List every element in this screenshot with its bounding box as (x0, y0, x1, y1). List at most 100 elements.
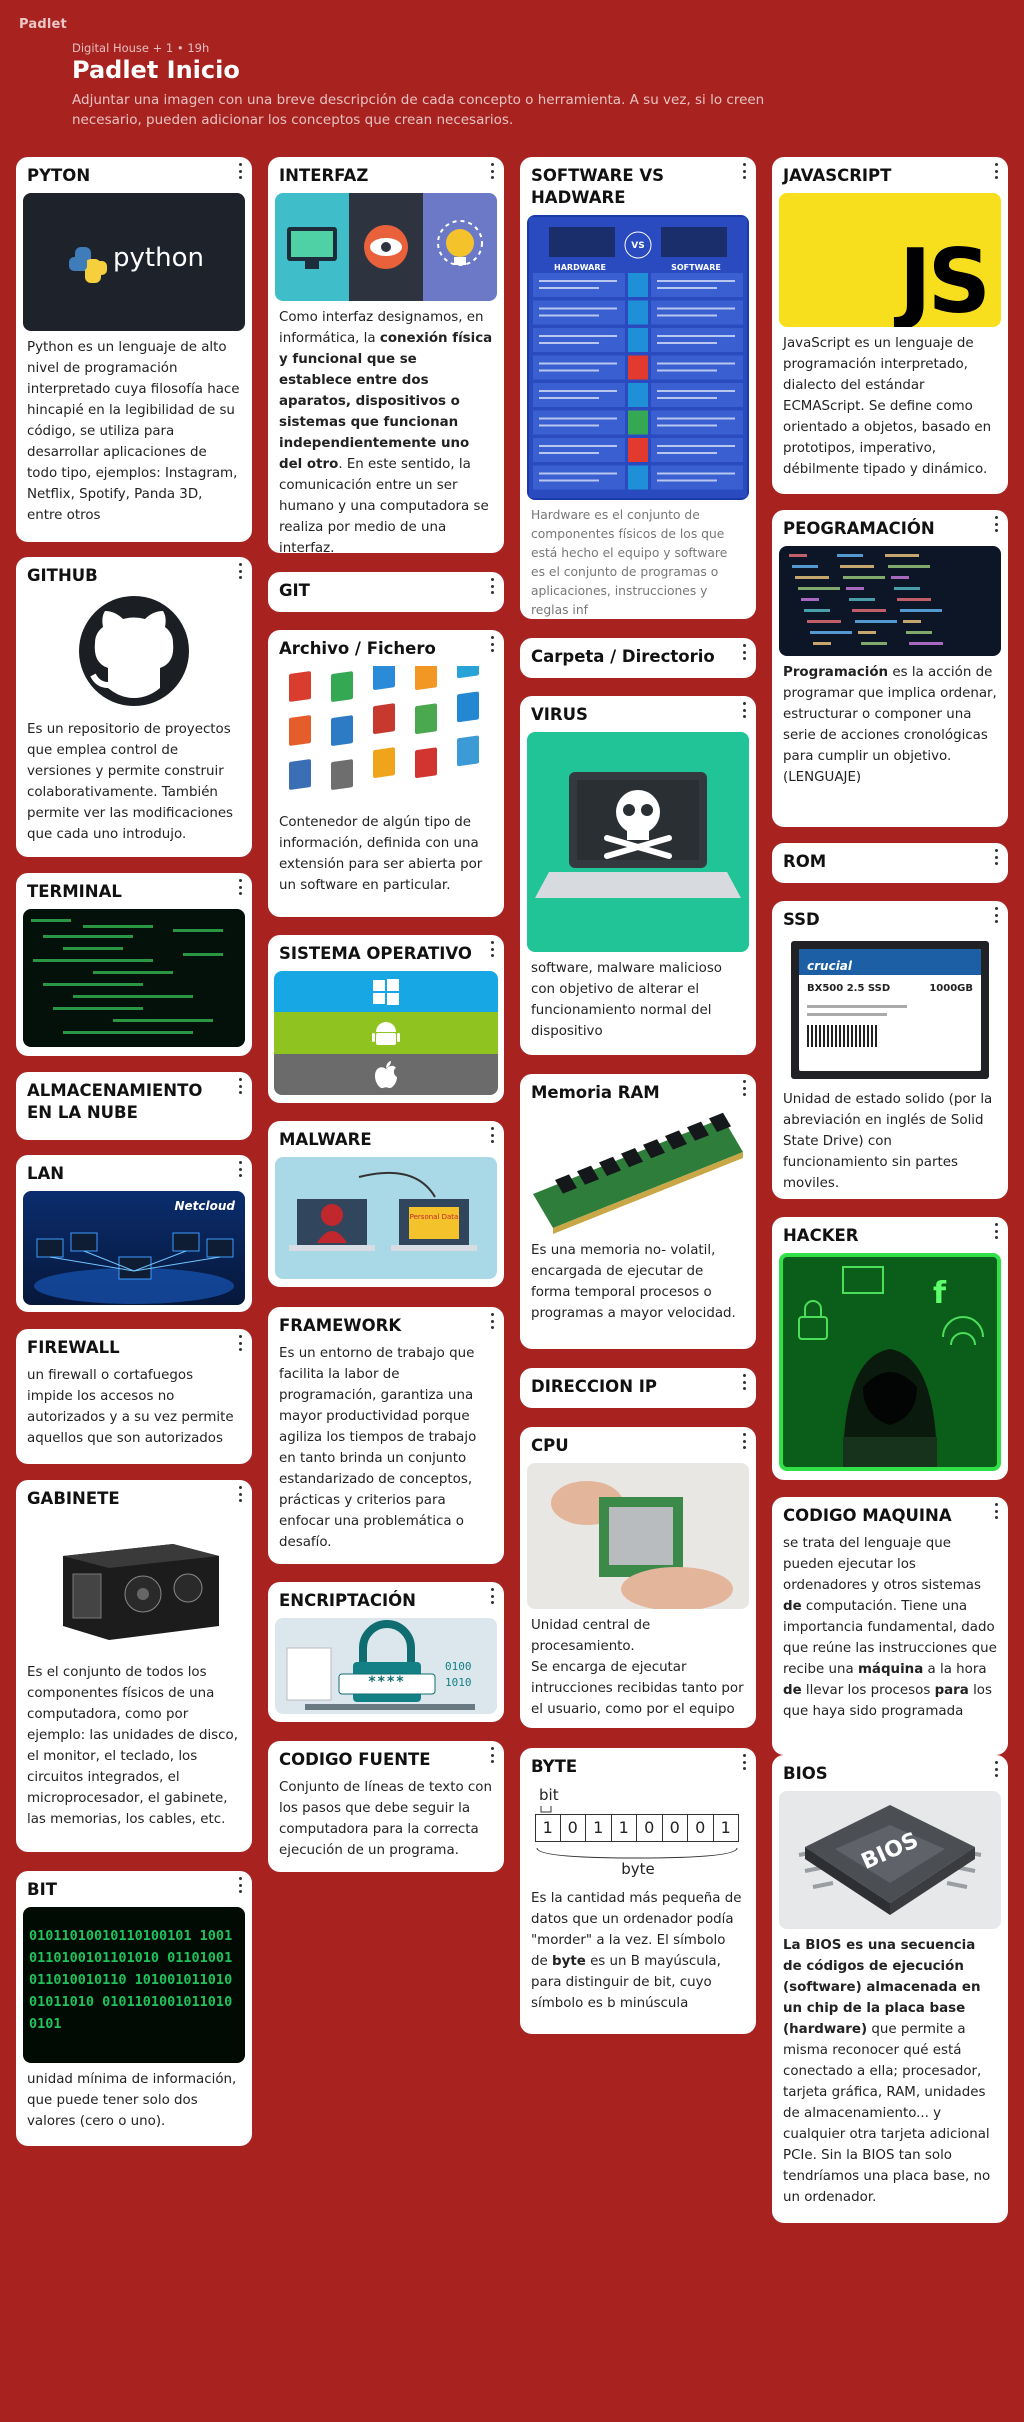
post-title: BIOS (783, 1764, 828, 1783)
body-text: que permite a misma reconocer qué está c… (783, 2022, 991, 2205)
post-gabinete[interactable]: GABINETE Es el conjunto de todos los com… (16, 1480, 252, 1852)
post-title: Carpeta / Directorio (531, 647, 715, 666)
more-options-icon[interactable] (237, 1486, 243, 1502)
more-options-icon[interactable] (237, 879, 243, 895)
post-byte[interactable]: BYTE bit 10110001 byte Es la cantidad má… (520, 1748, 756, 2034)
more-options-icon[interactable] (741, 702, 747, 718)
ssd-label: crucial BX500 2.5 SSD 1000GB (799, 949, 981, 1071)
interfaz-image (275, 193, 497, 301)
more-options-icon[interactable] (489, 1747, 495, 1763)
file-icon (373, 703, 395, 734)
lightbulb-icon (423, 193, 497, 301)
post-javascript[interactable]: JAVASCRIPT JS JavaScript es un lenguaje … (772, 157, 1008, 494)
post-nube[interactable]: ALMACENAMIENTO EN LA NUBE (16, 1072, 252, 1140)
post-terminal[interactable]: TERMINAL (16, 873, 252, 1056)
file-icon (457, 691, 479, 723)
phishing-hacker-graphic (289, 1171, 477, 1251)
more-options-icon[interactable] (741, 1754, 747, 1770)
more-options-icon[interactable] (993, 1761, 999, 1777)
post-so[interactable]: SISTEMA OPERATIVO (268, 935, 504, 1103)
post-ssd[interactable]: SSD crucial BX500 2.5 SSD 1000GB Unidad … (772, 901, 1008, 1199)
body-bold-text: byte (552, 1954, 586, 1969)
post-github[interactable]: GITHUB Es un repositorio de proyectos qu… (16, 557, 252, 857)
post-interfaz[interactable]: INTERFAZ Como interfaz designamos, en in… (268, 157, 504, 553)
python-wordmark: python (113, 243, 204, 273)
body-text: se trata del lenguaje que pueden ejecuta… (783, 1536, 981, 1593)
padlet-logo[interactable]: Padlet (19, 17, 67, 32)
post-programacion[interactable]: PEOGRAMACIÓN Programación es la acción d… (772, 510, 1008, 827)
post-body: Unidad de estado solido (por la abreviac… (783, 1092, 993, 1191)
post-title: PYTON (27, 166, 91, 185)
more-options-icon[interactable] (741, 644, 747, 660)
body-bold-text: de (783, 1683, 802, 1698)
post-bios[interactable]: BIOS BIOS La BIOS es una secuencia de có… (772, 1755, 1008, 2223)
more-options-icon[interactable] (237, 1335, 243, 1351)
post-software-hardware[interactable]: SOFTWARE VS HADWARE HARDWARE VS SOFTWARE… (520, 157, 756, 619)
more-options-icon[interactable] (993, 849, 999, 865)
post-title: CODIGO FUENTE (279, 1750, 431, 1769)
android-icon (274, 1012, 498, 1054)
post-firewall[interactable]: FIREWALL un firewall o cortafuegos impid… (16, 1329, 252, 1464)
post-rom[interactable]: ROM (772, 843, 1008, 883)
bit-box: 1 (713, 1814, 739, 1842)
file-icon (415, 747, 437, 779)
more-options-icon[interactable] (741, 163, 747, 179)
more-options-icon[interactable] (489, 1127, 495, 1143)
more-options-icon[interactable] (237, 563, 243, 579)
more-options-icon[interactable] (993, 907, 999, 923)
post-title: PEOGRAMACIÓN (783, 519, 935, 538)
post-ram[interactable]: Memoria RAM Es una memoria no- volatil, … (520, 1074, 756, 1349)
more-options-icon[interactable] (489, 941, 495, 957)
post-framework[interactable]: FRAMEWORK Es un entorno de trabajo que f… (268, 1307, 504, 1564)
more-options-icon[interactable] (993, 1223, 999, 1239)
post-lan[interactable]: LAN Netcloud (16, 1155, 252, 1312)
post-title: VIRUS (531, 705, 588, 724)
more-options-icon[interactable] (237, 1078, 243, 1094)
more-options-icon[interactable] (237, 163, 243, 179)
post-codigo-maquina[interactable]: CODIGO MAQUINA se trata del lenguaje que… (772, 1497, 1008, 1755)
more-options-icon[interactable] (489, 1313, 495, 1329)
post-malware[interactable]: MALWARE Personal Data (268, 1121, 504, 1287)
more-options-icon[interactable] (489, 1588, 495, 1604)
post-body: Es la cantidad más pequeña de datos que … (520, 1882, 756, 2026)
post-body: Como interfaz designamos, en informática… (268, 301, 504, 553)
post-virus[interactable]: VIRUS software, malware malicioso con ob… (520, 696, 756, 1055)
gabinete-image (23, 1516, 245, 1656)
more-options-icon[interactable] (489, 163, 495, 179)
more-options-icon[interactable] (741, 1433, 747, 1449)
more-options-icon[interactable] (741, 1374, 747, 1390)
more-options-icon[interactable] (741, 1080, 747, 1096)
ssd-model: BX500 2.5 SSD (807, 983, 891, 994)
post-title: JAVASCRIPT (783, 166, 892, 185)
file-icon (331, 715, 353, 746)
more-options-icon[interactable] (237, 1877, 243, 1893)
post-pyton[interactable]: PYTON python Python es un lenguaje de al… (16, 157, 252, 542)
post-encriptacion[interactable]: ENCRIPTACIÓN 0100 1010 **** (268, 1582, 504, 1722)
post-archivo[interactable]: Archivo / Fichero Contenedor de algún ti… (268, 630, 504, 917)
padlock-icon: 0100 1010 (286, 1620, 475, 1710)
skull-laptop-icon (535, 772, 741, 898)
post-hacker[interactable]: HACKER f (772, 1217, 1008, 1480)
hacker-image: f (779, 1253, 1001, 1471)
more-options-icon[interactable] (993, 163, 999, 179)
post-body: Es una memoria no- volatil, encargada de… (531, 1243, 736, 1321)
post-cpu[interactable]: CPU Unidad central de procesamiento. Se … (520, 1427, 756, 1728)
post-carpeta[interactable]: Carpeta / Directorio (520, 638, 756, 678)
personal-data-label: Personal Data (409, 1213, 459, 1221)
file-icons-image (275, 666, 497, 806)
password-mask: **** (368, 1674, 406, 1690)
more-options-icon[interactable] (237, 1161, 243, 1177)
file-icon (289, 715, 311, 746)
more-options-icon[interactable] (489, 636, 495, 652)
more-options-icon[interactable] (993, 516, 999, 532)
post-bit[interactable]: BIT 01011010010110100101 100101101001011… (16, 1871, 252, 2146)
apple-icon (274, 1054, 498, 1095)
post-git[interactable]: GIT (268, 572, 504, 612)
more-options-icon[interactable] (489, 578, 495, 594)
post-ip[interactable]: DIRECCION IP (520, 1368, 756, 1408)
post-title: INTERFAZ (279, 166, 369, 185)
post-body: Es un entorno de trabajo que facilita la… (279, 1346, 477, 1550)
more-options-icon[interactable] (993, 1503, 999, 1519)
post-codigo-fuente[interactable]: CODIGO FUENTE Conjunto de líneas de text… (268, 1741, 504, 1872)
barcode (807, 1025, 877, 1047)
